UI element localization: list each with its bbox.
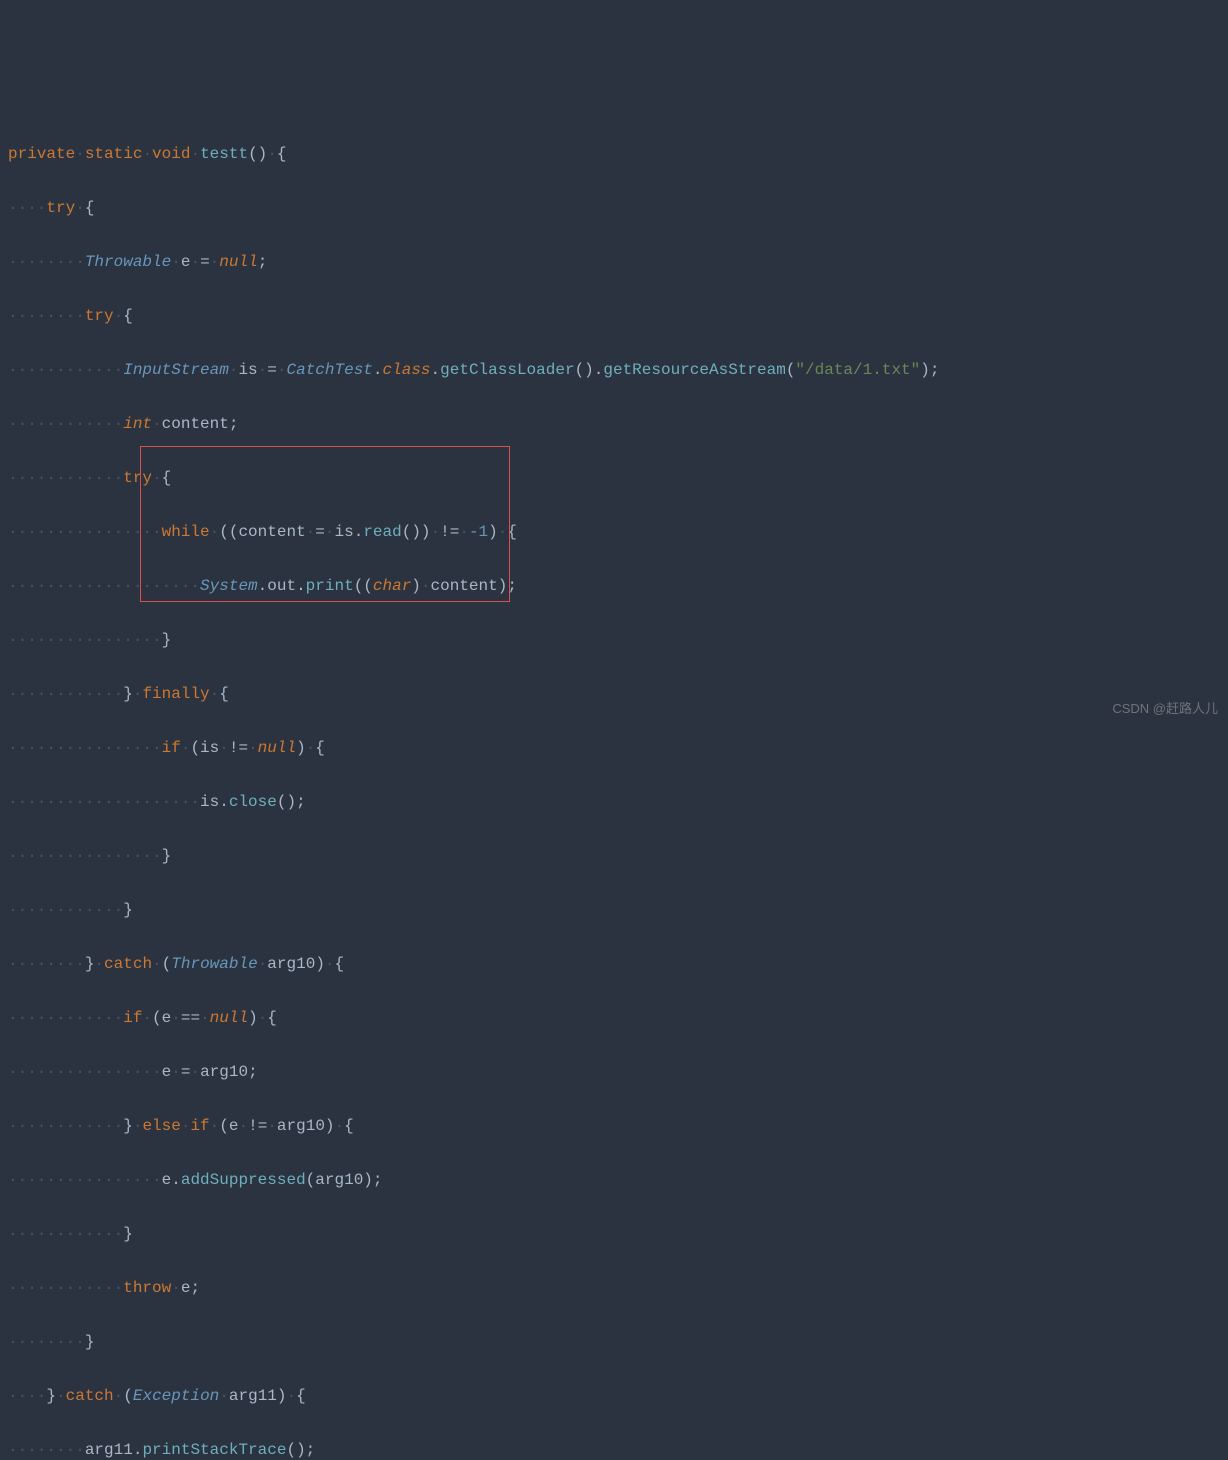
code-editor: private·static·void·testt()·{ ····try·{ …: [0, 108, 1228, 1460]
code-line: private·static·void·testt()·{: [8, 141, 1228, 168]
code-line: ················e.addSuppressed(arg10);: [8, 1167, 1228, 1194]
code-line: ····}·catch·(Exception·arg11)·{: [8, 1383, 1228, 1410]
code-line: ············try·{: [8, 465, 1228, 492]
code-line: ············}: [8, 897, 1228, 924]
watermark: CSDN @赶路人儿: [1112, 695, 1218, 722]
code-line: ········}·catch·(Throwable·arg10)·{: [8, 951, 1228, 978]
code-line: ············if·(e·==·null)·{: [8, 1005, 1228, 1032]
code-line: ········Throwable·e·=·null;: [8, 249, 1228, 276]
code-line: ········}: [8, 1329, 1228, 1356]
code-line: ················e·=·arg10;: [8, 1059, 1228, 1086]
code-line: ····try·{: [8, 195, 1228, 222]
code-line: ············int·content;: [8, 411, 1228, 438]
code-line: ················while·((content·=·is.rea…: [8, 519, 1228, 546]
code-line: ····················is.close();: [8, 789, 1228, 816]
code-line: ········try·{: [8, 303, 1228, 330]
code-line: ············}·finally·{: [8, 681, 1228, 708]
code-line: ················if·(is·!=·null)·{: [8, 735, 1228, 762]
code-line: ················}: [8, 843, 1228, 870]
code-line: ····················System.out.print((ch…: [8, 573, 1228, 600]
code-line: ············InputStream·is·=·CatchTest.c…: [8, 357, 1228, 384]
code-line: ········arg11.printStackTrace();: [8, 1437, 1228, 1460]
code-line: ············throw·e;: [8, 1275, 1228, 1302]
code-line: ············}: [8, 1221, 1228, 1248]
code-line: ············}·else·if·(e·!=·arg10)·{: [8, 1113, 1228, 1140]
code-line: ················}: [8, 627, 1228, 654]
